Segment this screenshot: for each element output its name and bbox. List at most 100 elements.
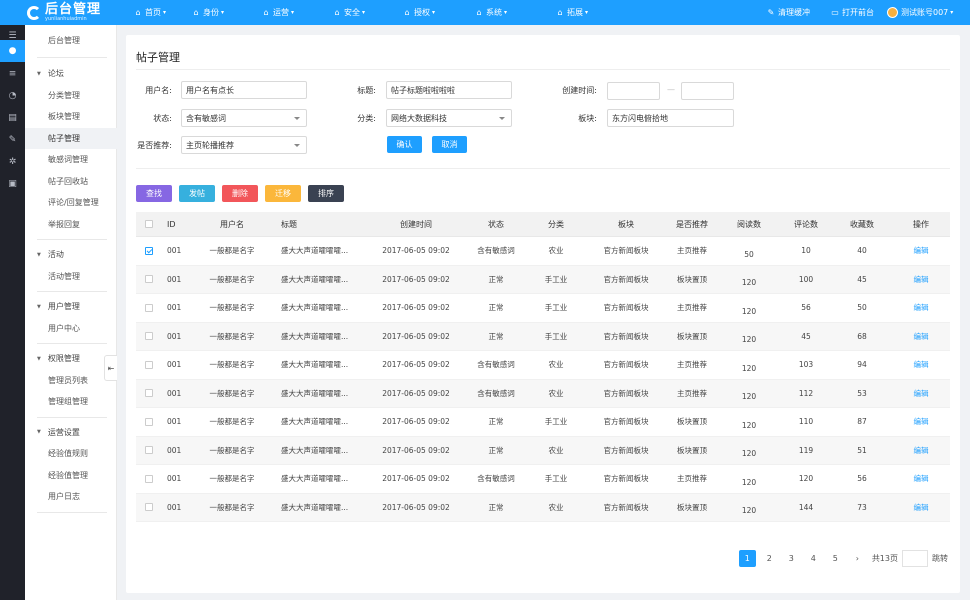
edit-link[interactable]: 编辑 (892, 494, 950, 522)
row-checkbox[interactable] (145, 275, 153, 284)
table-cell: 50 (744, 249, 754, 259)
sidebar-group-label: 权限管理 (47, 354, 80, 363)
row-select-cell (136, 494, 162, 522)
message-icon[interactable]: ▣ (0, 173, 25, 195)
edit-link[interactable]: 编辑 (892, 408, 950, 436)
edit-link[interactable]: 编辑 (892, 323, 950, 351)
sidebar-group-1[interactable]: ▼ 活动 (25, 244, 117, 265)
sidebar-item[interactable]: 举报回复 (25, 214, 117, 235)
next-page-icon[interactable]: › (849, 550, 866, 567)
row-checkbox[interactable] (145, 503, 153, 512)
row-checkbox[interactable] (145, 303, 153, 312)
page-button-4[interactable]: 4 (805, 550, 822, 567)
start-date-input[interactable] (607, 82, 660, 100)
sidebar-item[interactable]: 用户日志 (25, 486, 117, 507)
edit-link[interactable]: 编辑 (892, 237, 950, 265)
search-button[interactable]: 查找 (136, 185, 172, 202)
sidebar-item[interactable]: 经验值规则 (25, 443, 117, 464)
sidebar-item[interactable]: 敏感词管理 (25, 149, 117, 170)
board-input[interactable]: 东方闪电俯拾地 (607, 109, 734, 127)
sidebar-item[interactable]: 评论/回复管理 (25, 192, 117, 213)
row-checkbox[interactable] (145, 332, 153, 341)
caret-down-icon: ▼ (37, 355, 41, 362)
nav-menu-security[interactable]: ⌂ 安全 ▾ (333, 0, 365, 25)
page-button-2[interactable]: 2 (761, 550, 778, 567)
edit-link[interactable]: 编辑 (892, 266, 950, 294)
list-icon[interactable]: ≡ (0, 63, 25, 85)
sidebar-item[interactable]: 用户中心 (25, 318, 117, 339)
nav-menu-home[interactable]: ⌂ 首页 ▾ (134, 0, 166, 25)
row-select-cell (136, 237, 162, 265)
chevron-down-icon: ▾ (432, 9, 436, 16)
nav-menu-authorize[interactable]: ⌂ 授权 ▾ (403, 0, 435, 25)
cancel-button[interactable]: 取消 (432, 136, 467, 153)
pagination: 1 2 3 4 5 › 共13页 跳转 (734, 550, 948, 567)
username-input[interactable]: 用户名有点长 (181, 81, 307, 99)
pie-chart-icon[interactable]: ◔ (0, 85, 25, 107)
settings-icon[interactable]: ✲ (0, 151, 25, 173)
page-button-3[interactable]: 3 (783, 550, 800, 567)
account-menu[interactable]: 测试账号007 ▾ (887, 0, 953, 25)
nav-menu-identity[interactable]: ⌂ 身份 ▾ (192, 0, 224, 25)
row-select-cell (136, 351, 162, 379)
sidebar-item[interactable]: 活动管理 (25, 266, 117, 287)
end-date-input[interactable] (681, 82, 734, 100)
row-checkbox[interactable] (145, 389, 153, 398)
row-checkbox[interactable] (145, 417, 153, 426)
clear-cache-button[interactable]: ✎ 清理缓冲 (767, 0, 810, 25)
table-cell: 含有敏感词 (477, 474, 515, 484)
sidebar-group-2[interactable]: ▼ 用户管理 (25, 296, 117, 317)
page-button-5[interactable]: 5 (827, 550, 844, 567)
edit-link[interactable]: 编辑 (892, 351, 950, 379)
row-checkbox[interactable] (145, 246, 153, 255)
category-select[interactable]: 网络大数据科技 (386, 109, 512, 127)
page-jump-button[interactable]: 跳转 (932, 553, 948, 564)
title-input[interactable]: 帖子标题啦啦啦啦 (386, 81, 512, 99)
logo[interactable]: 后台管理 yunlianhuiadmin (27, 2, 101, 23)
edit-link[interactable]: 编辑 (892, 465, 950, 493)
operations-icon: ⌂ (263, 7, 269, 17)
forum-chat-icon[interactable]: ● (0, 40, 25, 62)
select-all-cell[interactable] (136, 212, 162, 236)
table-cell: 官方新闻板块 (603, 474, 649, 484)
sidebar-item[interactable]: 分类管理 (25, 85, 117, 106)
page-button-1[interactable]: 1 (738, 550, 756, 567)
select-all-checkbox[interactable] (145, 220, 153, 228)
sidebar-item[interactable]: 板块管理 (25, 106, 117, 127)
recommend-select[interactable]: 主页轮播推荐 (181, 136, 307, 154)
sidebar-group-0[interactable]: ▼ 论坛 (25, 63, 117, 84)
delete-button[interactable]: 删除 (222, 185, 258, 202)
row-checkbox[interactable] (145, 474, 153, 483)
document-icon[interactable]: ▤ (0, 107, 25, 129)
new-post-button[interactable]: 发帖 (179, 185, 215, 202)
sidebar-group-4[interactable]: ▼ 运营设置 (25, 422, 117, 443)
table-cell: 盛大大声道嚯嚯嚯... (281, 417, 349, 427)
open-frontend-button[interactable]: ▭ 打开前台 (831, 0, 874, 25)
sidebar-item[interactable]: 经验值管理 (25, 465, 117, 486)
row-checkbox[interactable] (145, 360, 153, 369)
confirm-button[interactable]: 确认 (387, 136, 422, 153)
edit-link[interactable]: 编辑 (892, 294, 950, 322)
nav-menu-extend[interactable]: ⌂ 拓展 ▾ (556, 0, 588, 25)
row-checkbox[interactable] (145, 446, 153, 455)
sidebar-item[interactable]: 帖子管理 (25, 127, 117, 149)
sidebar-group-label: 活动 (47, 250, 64, 259)
row-select-cell (136, 380, 162, 408)
sidebar-divider (37, 57, 107, 58)
sort-button[interactable]: 排序 (308, 185, 344, 202)
status-select[interactable]: 含有敏感词 (181, 109, 307, 127)
edit-icon[interactable]: ✎ (0, 129, 25, 151)
sidebar-item[interactable]: 帖子回收站 (25, 171, 117, 192)
table-cell: 一般都是名字 (209, 474, 255, 484)
nav-menu-operations[interactable]: ⌂ 运营 ▾ (262, 0, 294, 25)
table-cell: 主页推荐 (677, 388, 707, 398)
column-header: 创建时间 (400, 219, 432, 229)
move-button[interactable]: 迁移 (265, 185, 301, 202)
edit-link[interactable]: 编辑 (892, 380, 950, 408)
collapse-sidebar-button[interactable]: ⇤ (104, 355, 117, 381)
sidebar-item-home[interactable]: 后台管理 (25, 30, 117, 51)
edit-link[interactable]: 编辑 (892, 437, 950, 465)
nav-menu-system[interactable]: ⌂ 系统 ▾ (475, 0, 507, 25)
sidebar-item[interactable]: 管理组管理 (25, 391, 117, 412)
page-jump-input[interactable] (902, 550, 928, 567)
